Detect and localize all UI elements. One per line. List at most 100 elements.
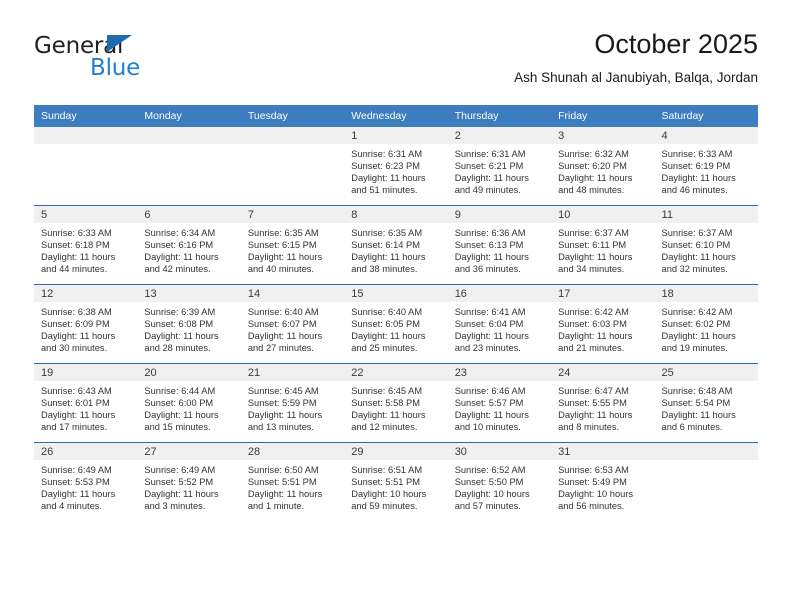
day-number: 22 — [344, 364, 448, 381]
day-detail-sunrise: Sunrise: 6:47 AM — [558, 386, 629, 396]
day-detail-daylight2: and 42 minutes. — [144, 264, 211, 275]
day-detail-daylight2: and 21 minutes. — [558, 343, 625, 354]
calendar-day-cell[interactable]: 21 Sunrise: 6:45 AM Sunset: 5:59 PM Dayligh… — [240, 363, 345, 443]
weekday-header-friday: Friday — [551, 105, 655, 127]
day-detail-daylight1: Daylight: 11 hours — [351, 410, 426, 421]
day-detail-sunset: Sunset: 5:52 PM — [144, 477, 214, 488]
calendar-day-cell[interactable]: 17 Sunrise: 6:42 AM Sunset: 6:03 PM Dayligh… — [551, 284, 655, 364]
day-detail-daylight1: Daylight: 11 hours — [247, 252, 323, 263]
day-number: 15 — [344, 285, 448, 302]
day-detail-sunset: Sunset: 6:01 PM — [41, 398, 110, 409]
calendar-day-cell[interactable]: 27 Sunrise: 6:49 AM Sunset: 5:52 PM Dayligh… — [137, 442, 241, 521]
calendar-day-cell[interactable]: 15 Sunrise: 6:40 AM Sunset: 6:05 PM Dayligh… — [344, 284, 448, 364]
day-detail-daylight1: Daylight: 10 hours — [454, 489, 530, 500]
day-detail-sunrise: Sunrise: 6:49 AM — [41, 465, 112, 475]
general-blue-logo: General Blue — [34, 34, 234, 84]
calendar-day-cell[interactable]: 4 Sunrise: 6:33 AM Sunset: 6:19 PM Daylight… — [654, 127, 758, 206]
day-detail-daylight2: and 12 minutes. — [351, 422, 418, 433]
calendar-day-cell[interactable]: 31 Sunrise: 6:53 AM Sunset: 5:49 PM Dayligh… — [551, 442, 655, 521]
calendar-day-cell[interactable]: 1 Sunrise: 6:31 AM Sunset: 6:23 PM Daylight… — [344, 127, 448, 206]
calendar-day-cell[interactable]: 7 Sunrise: 6:35 AM Sunset: 6:15 PM Daylight… — [240, 205, 345, 285]
calendar-day-cell[interactable]: 10 Sunrise: 6:37 AM Sunset: 6:11 PM Dayligh… — [551, 205, 655, 285]
day-detail-sunset: Sunset: 6:08 PM — [144, 319, 214, 330]
day-details: Sunrise: 6:32 AM Sunset: 6:20 PM Daylight:… — [551, 144, 654, 196]
day-detail-daylight2: and 36 minutes. — [454, 264, 521, 275]
day-detail-sunset: Sunset: 6:20 PM — [558, 161, 627, 172]
calendar-week-row: 26 Sunrise: 6:49 AM Sunset: 5:53 PM Dayligh… — [34, 442, 758, 521]
day-detail-daylight2: and 19 minutes. — [661, 343, 728, 354]
calendar-cell-empty — [137, 127, 241, 206]
day-details: Sunrise: 6:31 AM Sunset: 6:21 PM Daylight:… — [448, 144, 551, 196]
calendar-day-cell[interactable]: 29 Sunrise: 6:51 AM Sunset: 5:51 PM Dayligh… — [344, 442, 448, 521]
day-detail-sunset: Sunset: 5:59 PM — [247, 398, 317, 409]
calendar-day-cell[interactable]: 24 Sunrise: 6:47 AM Sunset: 5:55 PM Dayligh… — [551, 363, 655, 443]
day-detail-sunset: Sunset: 6:04 PM — [454, 319, 524, 330]
day-detail-daylight2: and 57 minutes. — [454, 501, 521, 512]
weekday-header-sunday: Sunday — [34, 105, 138, 127]
calendar-day-cell[interactable]: 25 Sunrise: 6:48 AM Sunset: 5:54 PM Dayligh… — [654, 363, 758, 443]
calendar-day-cell[interactable]: 19 Sunrise: 6:43 AM Sunset: 6:01 PM Dayligh… — [34, 363, 138, 443]
day-detail-daylight1: Daylight: 11 hours — [351, 173, 426, 184]
day-detail-daylight1: Daylight: 11 hours — [351, 252, 426, 263]
calendar-day-cell[interactable]: 30 Sunrise: 6:52 AM Sunset: 5:50 PM Dayligh… — [447, 442, 552, 521]
day-detail-daylight2: and 30 minutes. — [41, 343, 108, 354]
calendar-day-cell[interactable]: 8 Sunrise: 6:35 AM Sunset: 6:14 PM Daylight… — [344, 205, 448, 285]
day-details: Sunrise: 6:47 AM Sunset: 5:55 PM Daylight:… — [551, 381, 654, 433]
weekday-header-wednesday: Wednesday — [344, 105, 448, 127]
calendar-day-cell[interactable]: 18 Sunrise: 6:42 AM Sunset: 6:02 PM Dayligh… — [654, 284, 758, 364]
day-detail-daylight1: Daylight: 11 hours — [454, 252, 529, 263]
calendar-day-cell[interactable]: 9 Sunrise: 6:36 AM Sunset: 6:13 PM Daylight… — [447, 205, 552, 285]
day-detail-sunrise: Sunrise: 6:42 AM — [558, 307, 629, 317]
day-number: 10 — [551, 206, 655, 223]
day-details: Sunrise: 6:45 AM Sunset: 5:58 PM Daylight:… — [344, 381, 447, 433]
day-detail-daylight1: Daylight: 11 hours — [41, 331, 116, 342]
day-details: Sunrise: 6:51 AM Sunset: 5:51 PM Daylight:… — [344, 460, 447, 512]
calendar-day-cell[interactable]: 12 Sunrise: 6:38 AM Sunset: 6:09 PM Dayligh… — [34, 284, 138, 364]
day-detail-daylight1: Daylight: 11 hours — [144, 331, 219, 342]
day-number: 25 — [654, 364, 758, 381]
day-detail-daylight2: and 49 minutes. — [454, 185, 521, 196]
calendar-day-cell[interactable]: 11 Sunrise: 6:37 AM Sunset: 6:10 PM Dayligh… — [654, 205, 758, 285]
calendar-week-row: 19 Sunrise: 6:43 AM Sunset: 6:01 PM Dayligh… — [34, 363, 758, 443]
day-number: 5 — [34, 206, 138, 223]
day-detail-daylight1: Daylight: 11 hours — [661, 173, 736, 184]
day-number: 21 — [240, 364, 345, 381]
weekday-header-tuesday: Tuesday — [240, 105, 345, 127]
day-number: 24 — [551, 364, 655, 381]
calendar-week-row: 5 Sunrise: 6:33 AM Sunset: 6:18 PM Daylight… — [34, 205, 758, 285]
day-detail-daylight2: and 59 minutes. — [351, 501, 418, 512]
calendar-day-cell[interactable]: 3 Sunrise: 6:32 AM Sunset: 6:20 PM Daylight… — [551, 127, 655, 206]
calendar-day-cell[interactable]: 23 Sunrise: 6:46 AM Sunset: 5:57 PM Dayligh… — [447, 363, 552, 443]
day-detail-daylight2: and 56 minutes. — [558, 501, 625, 512]
day-detail-daylight2: and 6 minutes. — [661, 422, 723, 433]
day-number: 29 — [344, 443, 448, 460]
day-detail-sunset: Sunset: 5:57 PM — [454, 398, 524, 409]
calendar-day-cell[interactable]: 28 Sunrise: 6:50 AM Sunset: 5:51 PM Dayligh… — [240, 442, 345, 521]
day-detail-daylight1: Daylight: 11 hours — [558, 410, 633, 421]
day-detail-sunrise: Sunrise: 6:43 AM — [41, 386, 112, 396]
day-detail-daylight2: and 32 minutes. — [661, 264, 728, 275]
calendar-day-cell[interactable]: 6 Sunrise: 6:34 AM Sunset: 6:16 PM Daylight… — [137, 205, 241, 285]
calendar-day-cell[interactable]: 22 Sunrise: 6:45 AM Sunset: 5:58 PM Dayligh… — [344, 363, 448, 443]
day-details: Sunrise: 6:33 AM Sunset: 6:18 PM Daylight:… — [34, 223, 137, 275]
day-details: Sunrise: 6:48 AM Sunset: 5:54 PM Daylight:… — [655, 381, 758, 433]
calendar-day-cell[interactable]: 14 Sunrise: 6:40 AM Sunset: 6:07 PM Dayligh… — [240, 284, 345, 364]
calendar-cell-empty — [240, 127, 345, 206]
day-detail-sunset: Sunset: 5:50 PM — [454, 477, 524, 488]
calendar-day-cell[interactable]: 26 Sunrise: 6:49 AM Sunset: 5:53 PM Dayligh… — [34, 442, 138, 521]
day-detail-daylight2: and 13 minutes. — [247, 422, 314, 433]
day-detail-sunrise: Sunrise: 6:32 AM — [558, 149, 629, 159]
calendar-day-cell[interactable]: 13 Sunrise: 6:39 AM Sunset: 6:08 PM Dayligh… — [137, 284, 241, 364]
calendar-day-cell[interactable]: 16 Sunrise: 6:41 AM Sunset: 6:04 PM Dayligh… — [447, 284, 552, 364]
day-detail-daylight1: Daylight: 11 hours — [247, 331, 323, 342]
day-details: Sunrise: 6:40 AM Sunset: 6:07 PM Daylight:… — [241, 302, 344, 354]
day-number: 23 — [447, 364, 552, 381]
day-details: Sunrise: 6:36 AM Sunset: 6:13 PM Daylight:… — [448, 223, 551, 275]
calendar-day-cell[interactable]: 5 Sunrise: 6:33 AM Sunset: 6:18 PM Daylight… — [34, 205, 138, 285]
day-detail-daylight2: and 17 minutes. — [41, 422, 108, 433]
calendar-day-cell[interactable]: 20 Sunrise: 6:44 AM Sunset: 6:00 PM Dayligh… — [137, 363, 241, 443]
calendar-day-cell[interactable]: 2 Sunrise: 6:31 AM Sunset: 6:21 PM Daylight… — [447, 127, 552, 206]
day-details: Sunrise: 6:52 AM Sunset: 5:50 PM Daylight:… — [448, 460, 551, 512]
day-details: Sunrise: 6:37 AM Sunset: 6:11 PM Daylight:… — [551, 223, 654, 275]
day-detail-sunrise: Sunrise: 6:52 AM — [454, 465, 526, 475]
